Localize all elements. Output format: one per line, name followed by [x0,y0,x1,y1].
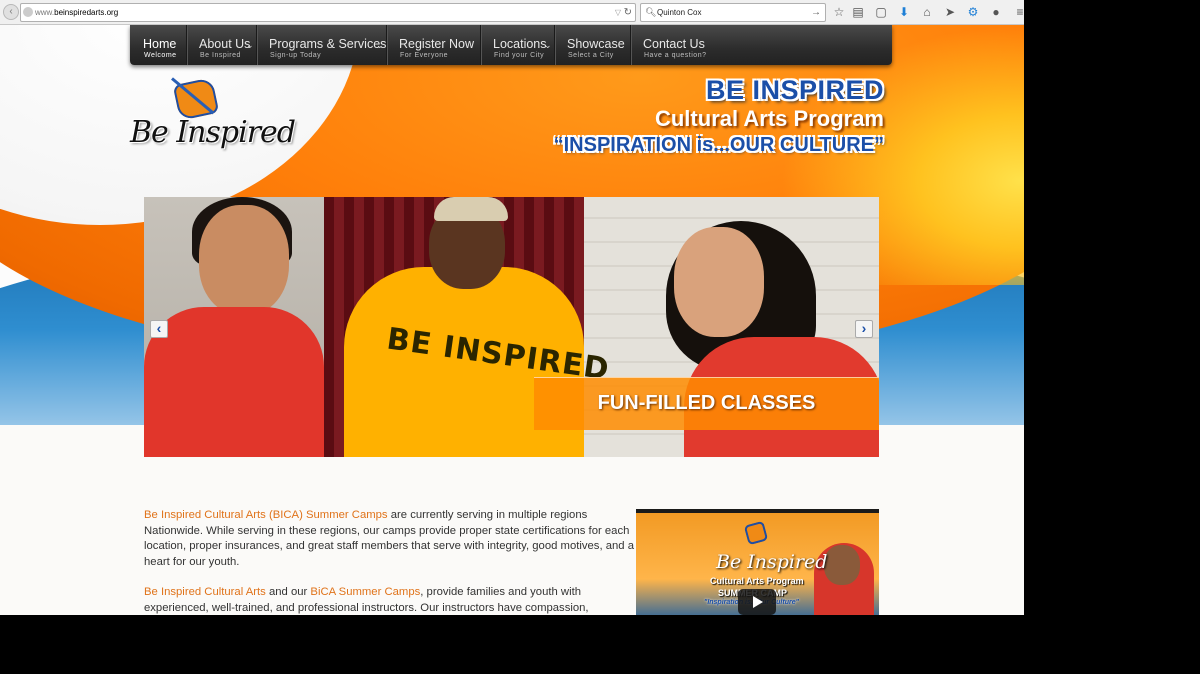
menu-icon[interactable]: ≡ [1012,4,1028,20]
globe-icon [23,7,33,17]
video-title: Be Inspired [716,551,828,573]
play-icon[interactable] [738,589,776,615]
extension-icon[interactable]: ⚙ [965,4,981,20]
nav-item-home[interactable]: Home Welcome [130,25,187,65]
url-text: www.beinspiredarts.org [35,8,119,17]
history-dropdown-icon[interactable]: ▽ [615,4,621,21]
hero-title-line2: Cultural Arts Program [654,106,884,131]
hero-title: BE INSPIRED Cultural Arts Program “INSPI… [554,75,884,157]
nav-item-locations[interactable]: Locations Find your City ⌄ [480,25,555,65]
reload-icon[interactable]: ↻ [624,4,632,21]
slider-next-button[interactable]: › [855,320,873,338]
chevron-down-icon: ⌄ [246,40,254,50]
bica-summer-camps-link[interactable]: BiCA Summer Camps [310,586,420,598]
search-field[interactable]: 🔍︎ Quinton Cox → [640,3,826,22]
back-icon[interactable]: ‹ [3,4,19,20]
image-slider[interactable]: BE INSPIRED FUN-FILLED CLASSES ‹ › [144,197,879,457]
browser-toolbar: ‹ www.beinspiredarts.org ▽ ↻ 🔍︎ Quinton … [0,0,1024,25]
promo-video[interactable]: Be Inspired Cultural Arts Program SUMMER… [636,509,879,615]
site-logo[interactable]: Be Inspired [128,77,296,162]
hero-tagline: “INSPIRATION is...OUR CULTURE” [553,134,884,156]
hero-title-line1: BE INSPIRED [705,75,884,105]
web-page: Home Welcome About Us Be Inspired ⌄ Prog… [0,25,1024,615]
slide-caption: FUN-FILLED CLASSES [534,377,879,430]
intro-text: Be Inspired Cultural Arts (BICA) Summer … [144,508,638,615]
address-bar[interactable]: www.beinspiredarts.org ▽ ↻ [20,3,636,22]
slide-figure [434,197,508,221]
bookmark-star-icon[interactable]: ☆ [831,4,847,20]
search-value: Quinton Cox [657,8,702,17]
slide-figure [674,227,764,337]
slide-figure [199,205,289,315]
logo-wordmark: Be Inspired [130,115,296,150]
download-icon[interactable]: ⬇ [896,4,912,20]
search-go-icon[interactable]: → [811,4,821,21]
video-subtitle: Cultural Arts Program [710,576,804,586]
intro-paragraph-1: Be Inspired Cultural Arts (BICA) Summer … [144,509,634,568]
pocket-icon[interactable]: ▢ [873,4,889,20]
home-icon[interactable]: ⌂ [919,4,935,20]
intro-paragraph-2: Be Inspired Cultural Arts and our BiCA S… [144,586,589,614]
chat-icon[interactable]: ● [988,4,1004,20]
bica-camps-link[interactable]: Be Inspired Cultural Arts (BICA) Summer … [144,509,388,521]
slide-caption-text: FUN-FILLED CLASSES [597,392,816,414]
nav-item-about[interactable]: About Us Be Inspired ⌄ [186,25,257,65]
chevron-down-icon: ⌄ [544,40,552,50]
video-figure [824,545,860,585]
nav-item-contact[interactable]: Contact Us Have a question? [630,25,730,65]
nav-item-programs[interactable]: Programs & Services Sign-up Today ⌄ [256,25,387,65]
send-icon[interactable]: ➤ [942,4,958,20]
nav-item-showcase[interactable]: Showcase Select a City [554,25,631,65]
main-navigation: Home Welcome About Us Be Inspired ⌄ Prog… [130,25,892,65]
search-icon: 🔍︎ [645,7,657,17]
chevron-down-icon: ⌄ [376,40,384,50]
slider-prev-button[interactable]: ‹ [150,320,168,338]
slide-figure [144,307,324,457]
nav-item-register[interactable]: Register Now For Everyone [386,25,481,65]
bica-link[interactable]: Be Inspired Cultural Arts [144,586,266,598]
bookmarks-list-icon[interactable]: ▤ [850,4,866,20]
